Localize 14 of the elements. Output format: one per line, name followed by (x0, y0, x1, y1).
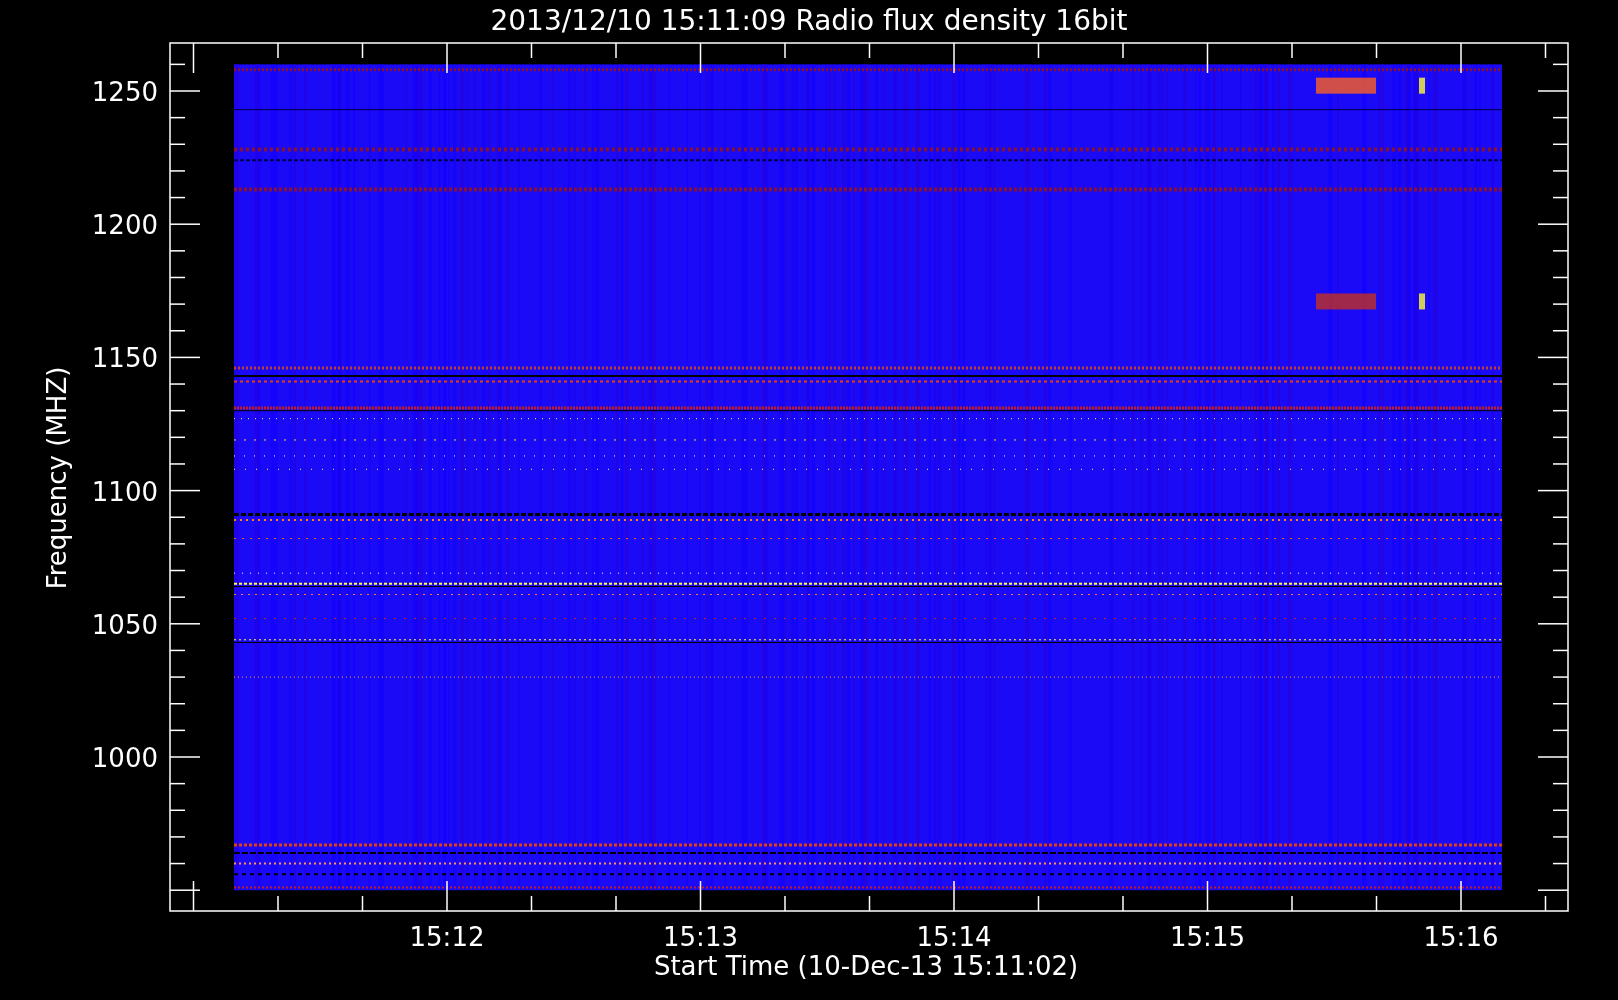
x-tick-label: 15:13 (663, 922, 738, 952)
y-tick-label: 1200 (91, 210, 158, 241)
x-tick-label: 15:16 (1423, 922, 1499, 952)
y-tick-label: 1050 (91, 609, 158, 640)
y-tick-label: 1250 (91, 77, 158, 107)
y-axis-label: Frequency (MHZ) (42, 366, 72, 590)
x-tick-label: 15:14 (916, 922, 992, 952)
x-tick-label: 15:15 (1170, 922, 1245, 952)
x-tick-label: 15:12 (409, 922, 485, 952)
y-tick-label: 1100 (91, 476, 158, 507)
y-tick-label: 1000 (91, 743, 158, 773)
x-axis-label: Start Time (10-Dec-13 15:11:02) (653, 951, 1079, 981)
plot-title: 2013/12/10 15:11:09 Radio flux density 16bit (490, 4, 1128, 37)
y-tick-label: 1150 (91, 343, 158, 374)
